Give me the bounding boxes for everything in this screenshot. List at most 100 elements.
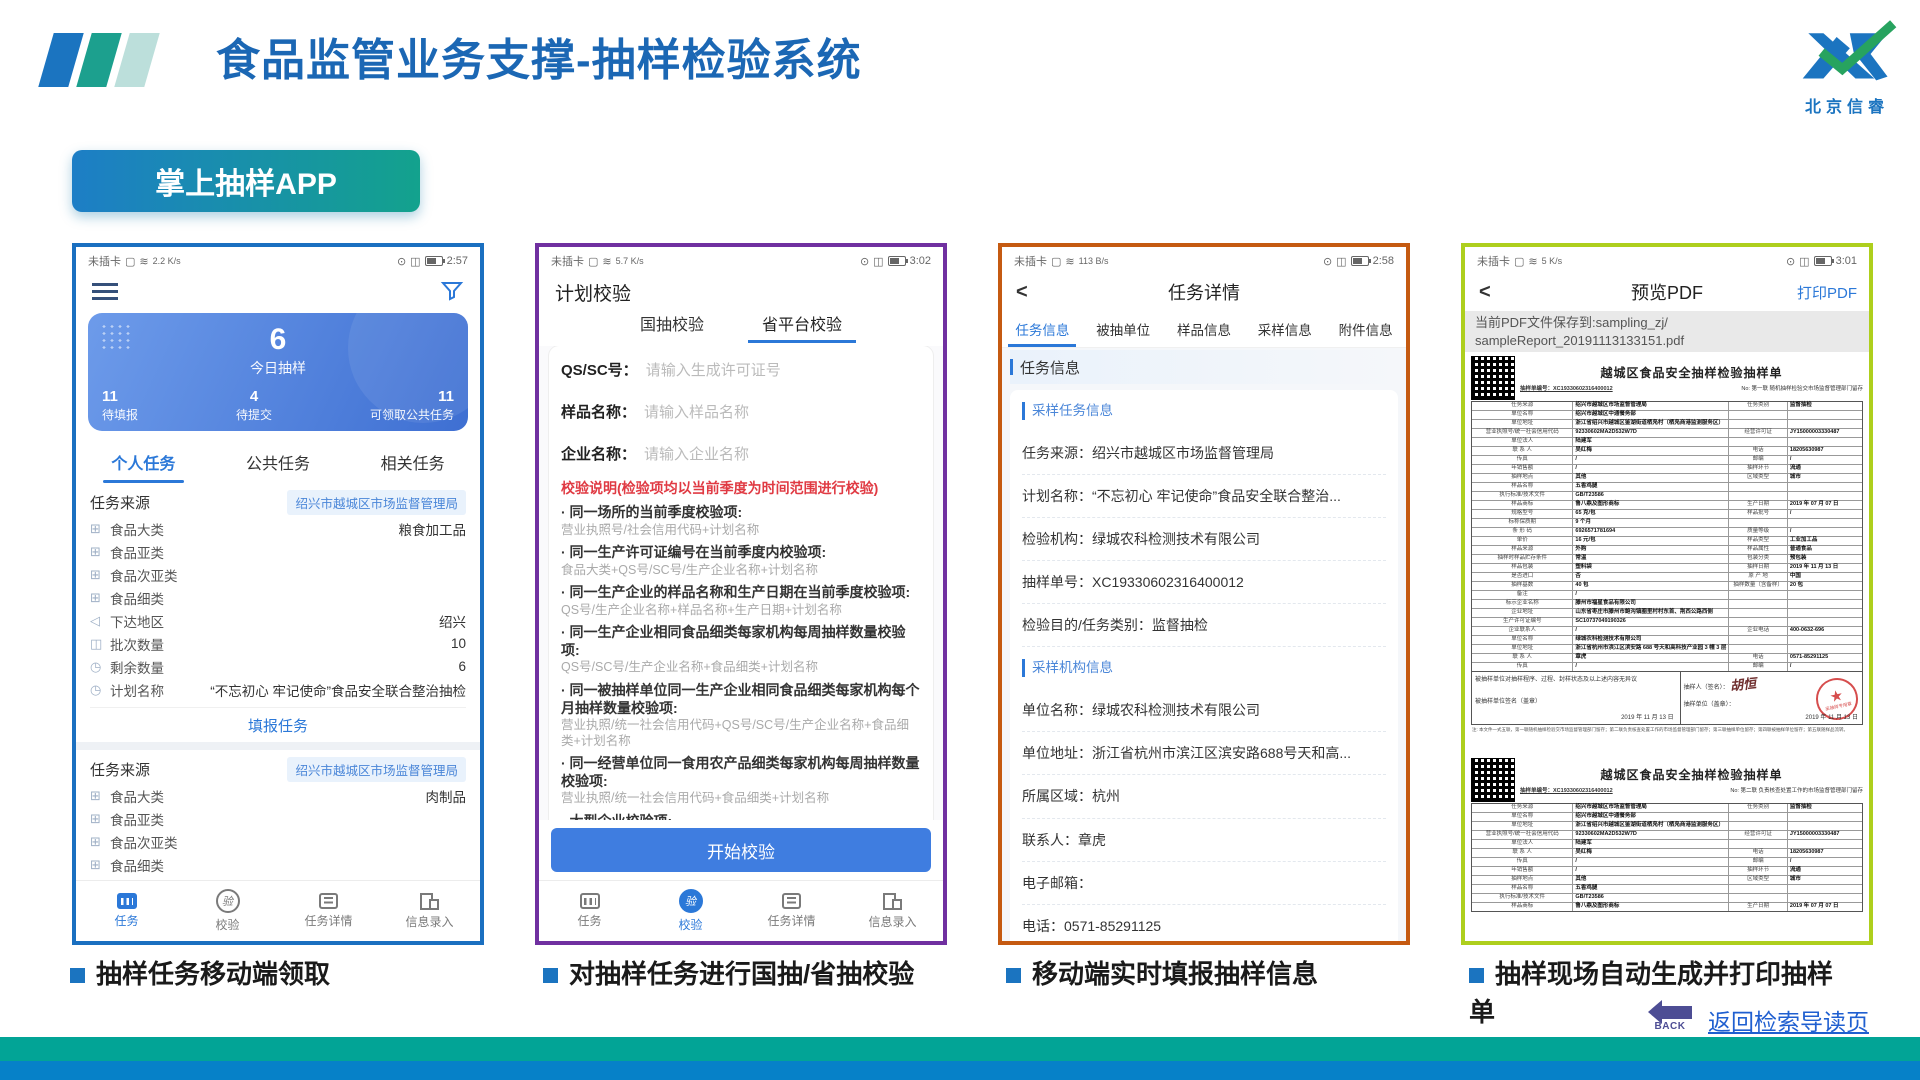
summary-card: 6 今日抽样 11待填报 4待提交 11可领取公共任务 <box>88 313 468 431</box>
tab-task-info[interactable]: 任务信息 <box>1002 311 1083 347</box>
tab-attachment-info[interactable]: 附件信息 <box>1325 311 1406 347</box>
detail-row: 计划名称：“不忘初心 牢记使命”食品安全联合整治... <box>1022 475 1386 518</box>
return-index-link[interactable]: 返回检索导读页 <box>1708 1003 1869 1037</box>
caption-3: 移动端实时填报抽样信息 <box>1006 956 1436 994</box>
sheet-title: 越城区食品安全抽样检验抽样单 <box>1520 356 1863 381</box>
pdf-table-row: 样品商标 鲁八鼎及图形商标 生产日期 2019 年 07 月 07 日 <box>1472 902 1862 911</box>
pdf-table-row: 联 系 人 吴红梅 电话 18205630987 <box>1472 446 1862 455</box>
start-verify-button[interactable]: 开始校验 <box>551 828 931 872</box>
pdf-table-row: 抽样地点 其他 区域类型 城市 <box>1472 473 1862 482</box>
sheet-copy-note: No: 第一联 随机抽样检验交市场监督管理部门留存 <box>1741 384 1863 392</box>
menu-icon[interactable] <box>92 283 118 300</box>
pdf-table-row: 执行标准/技术文件 GB/T23586 <box>1472 893 1862 902</box>
pdf-document: 越城区食品安全抽样检验抽样单 抽样单编号：XC19330602316400012… <box>1465 352 1869 941</box>
sampling-sheet-2: 越城区食品安全抽样检验抽样单 抽样单编号：XC19330602316400012… <box>1471 758 1863 912</box>
pdf-table-row: 单位名称 绍兴市越城区中通餐务部 <box>1472 812 1862 821</box>
pdf-table-row: 条 形 码 6926571781694 质量等级 / <box>1472 527 1862 536</box>
tab-public-tasks[interactable]: 公共任务 <box>211 441 346 483</box>
detail-row: 采样机构信息 <box>1022 647 1386 689</box>
stat-pending-fill: 11待填报 <box>102 388 138 423</box>
verify-icon: 验 <box>216 889 240 913</box>
sheet-footnote: 注: 本文件一式五联，第一联随机抽样检验交市场监督管理部门留存；第二联负责核查处… <box>1471 725 1863 734</box>
pdf-table-row: 企业地址 山东省枣庄市滕州市鲍沟镇圈里村村东首、荆西公路西侧 <box>1472 608 1862 617</box>
back-icon[interactable]: < <box>1016 281 1028 304</box>
nav-verify[interactable]: 验校验 <box>177 881 278 941</box>
sample-name-field[interactable]: 样品名称： 请输入样品名称 <box>561 390 921 432</box>
back-icon[interactable]: < <box>1479 281 1491 304</box>
verify-icon: 验 <box>679 889 703 913</box>
nav-task-detail[interactable]: 任务详情 <box>741 881 842 941</box>
nav-tasks[interactable]: 任务 <box>539 881 640 941</box>
clock-time: 3:02 <box>910 255 931 267</box>
task-attr-row: ⊞ 食品大类 粮食加工品 <box>90 517 466 540</box>
tab-province-verify[interactable]: 省平台校验 <box>756 311 848 343</box>
sign-note: 被抽样单位对抽样程序、过程、封样状态及以上述内容无异议 <box>1475 674 1677 683</box>
back-arrow-icon[interactable]: BACK <box>1648 1000 1692 1032</box>
sign-date: 2019 年 11 月 13 日 <box>1621 712 1674 721</box>
signature-block: 被抽样单位对抽样程序、过程、封样状态及以上述内容无异议 被抽样单位签名（盖章） … <box>1471 672 1863 725</box>
detail-row: 所属区域：杭州 <box>1022 775 1386 818</box>
bottom-nav: 任务 验校验 任务详情 信息录入 <box>76 880 480 941</box>
tab-sample-info[interactable]: 样品信息 <box>1164 311 1245 347</box>
tab-related-tasks[interactable]: 相关任务 <box>345 441 480 483</box>
task-attr-row: ⊞ 食品细类 <box>90 853 466 876</box>
nav-info-entry[interactable]: 信息录入 <box>842 881 943 941</box>
detail-row: 检验目的/任务类别：监督抽检 <box>1022 604 1386 647</box>
print-pdf-button[interactable]: 打印PDF <box>1797 282 1857 303</box>
pdf-table-row: 单位地址 浙江省杭州市滨江区滨安路 688 号天和高科技产业园 3 幢 3 层 <box>1472 644 1862 653</box>
pdf-table-row: 生产许可证编号 SC10737049190326 <box>1472 617 1862 626</box>
signal-icon: ≋ <box>1065 255 1074 268</box>
qr-code-icon <box>1471 758 1515 802</box>
bullet-icon <box>543 968 558 983</box>
tasks-icon <box>580 893 600 909</box>
tab-personal-tasks[interactable]: 个人任务 <box>76 441 211 483</box>
verify-rule: · 同一场所的当前季度校验项: 营业执照号/社会信用代码+计划名称 <box>561 504 921 538</box>
stat-public-claim: 11可领取公共任务 <box>370 388 454 423</box>
qs-sc-field[interactable]: QS/SC号： 请输入生成许可证号 <box>561 348 921 390</box>
nav-verify[interactable]: 验校验 <box>640 881 741 941</box>
tab-sampled-unit[interactable]: 被抽单位 <box>1083 311 1164 347</box>
net-speed: 2.2 K/s <box>153 257 181 266</box>
bottom-nav: 任务 验校验 任务详情 信息录入 <box>539 880 943 941</box>
company-name-field[interactable]: 企业名称： 请输入企业名称 <box>561 432 921 474</box>
tab-national-verify[interactable]: 国抽校验 <box>634 311 710 343</box>
divider <box>76 742 480 750</box>
detail-row: 抽样单号：XC19330602316400012 <box>1022 561 1386 604</box>
footer-teal-bar <box>0 1037 1920 1061</box>
nav-tasks[interactable]: 任务 <box>76 881 177 941</box>
filter-icon[interactable] <box>440 279 464 303</box>
status-bar: 未插卡 ▢ ≋ 113 B/s ⊙ ◫ 2:58 <box>1002 247 1406 273</box>
verify-form-card: QS/SC号： 请输入生成许可证号 样品名称： 请输入样品名称 企业名称： 请输… <box>549 346 933 820</box>
verify-rule: · 大型企业校验项: 生产单位名称+计划名称+食品大类 <box>561 813 921 820</box>
battery-icon <box>1351 256 1369 266</box>
pdf-table: 任务来源 绍兴市越城区市场监督管理局 任务类别 监督抽检 单位名称 绍兴市越城区… <box>1471 401 1863 672</box>
sample-name-placeholder: 请输入样品名称 <box>644 401 749 422</box>
section-header: 任务信息 <box>1010 350 1398 384</box>
carrier-label: 未插卡 <box>1477 253 1510 269</box>
page-title: 食品监管业务支撑-抽样检验系统 <box>216 24 862 88</box>
pdf-table-row: 营业执照号/统一社会信用代码 92330602MA2D532W7D 经营许可证 … <box>1472 428 1862 437</box>
company-name-placeholder: 请输入企业名称 <box>644 443 749 464</box>
carrier-label: 未插卡 <box>1014 253 1047 269</box>
fill-task-link[interactable]: 填报任务 <box>90 707 466 742</box>
tab-sampling-info[interactable]: 采样信息 <box>1244 311 1325 347</box>
pdf-table-row: 企业联系人 / 企业电话 400-0632-696 <box>1472 626 1862 635</box>
task-attr-list: ⊞ 食品大类 粮食加工品 ⊞ 食品亚类 ⊞ 食品次亚类 <box>90 517 466 701</box>
pdf-table-row: 传真 / 邮编 / <box>1472 857 1862 866</box>
verify-rule: · 同一被抽样单位同一生产企业相同食品细类每家机构每个月抽样数量校验项: 营业执… <box>561 682 921 749</box>
bullet-icon <box>1006 968 1021 983</box>
location-icon: ⊙ <box>397 255 406 268</box>
verify-rule-list: · 同一场所的当前季度校验项: 营业执照号/社会信用代码+计划名称 · 同一生产… <box>561 504 921 820</box>
grid-icon: ⊞ <box>90 544 110 560</box>
tasks-icon <box>117 893 137 909</box>
signal-icon: ≋ <box>602 255 611 268</box>
pdf-table-row: 规格型号 65 克/包 样品批号 / <box>1472 509 1862 518</box>
nav-task-detail[interactable]: 任务详情 <box>278 881 379 941</box>
nav-info-entry[interactable]: 信息录入 <box>379 881 480 941</box>
sim-icon: ▢ <box>125 255 135 268</box>
task-source-label: 任务来源 <box>90 492 150 513</box>
stat-pending-submit: 4待提交 <box>236 388 272 423</box>
sign-date: 2019 年 11 月 13 日 <box>1805 712 1858 721</box>
pdf-table-row: 营业执照号/统一社会信用代码 92330602MA2D532W7D 经营许可证 … <box>1472 830 1862 839</box>
sheet-title: 越城区食品安全抽样检验抽样单 <box>1520 758 1863 783</box>
